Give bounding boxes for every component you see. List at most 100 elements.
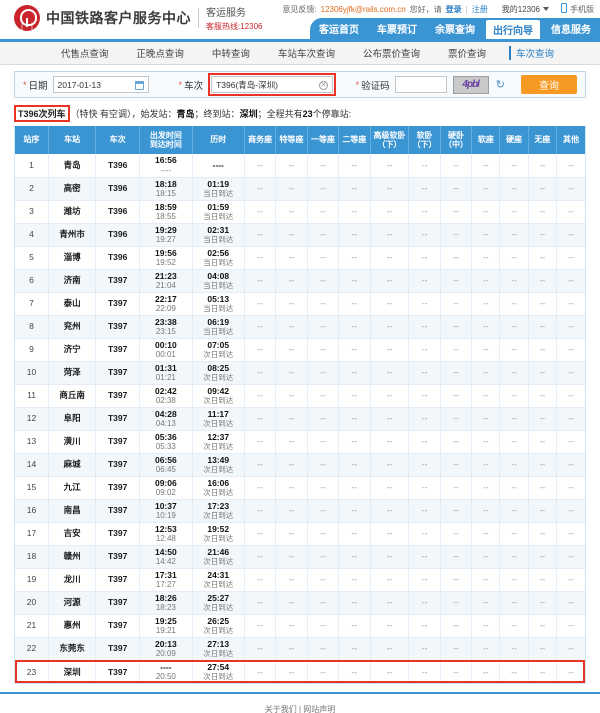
cell-soft-seat: -- — [471, 476, 501, 500]
nav-tab-info[interactable]: 信息服务 — [542, 18, 600, 39]
cell-other: -- — [556, 430, 585, 454]
subnav-station-train-query[interactable]: 车站车次查询 — [264, 46, 349, 60]
cell-duration: 13:49 次日到达 — [192, 453, 245, 477]
greeting-label: 您好，请 — [409, 4, 442, 14]
cell-duration: 11:17 次日到达 — [192, 407, 245, 431]
refresh-icon[interactable]: ↻ — [496, 78, 505, 91]
nav-tab-booking[interactable]: 车票预订 — [368, 18, 426, 39]
cell-duration: 08:25 次日到达 — [192, 361, 245, 385]
col-soft-seat: 软座 — [471, 126, 501, 154]
cell-business-seat: -- — [244, 223, 277, 247]
cell-hard-sleeper: -- — [440, 591, 473, 615]
cell-first-seat: -- — [307, 292, 340, 316]
train-input[interactable]: T396(青岛-深圳) ✕ — [211, 76, 334, 93]
cell-seq: 11 — [15, 384, 50, 408]
captcha-input[interactable] — [394, 76, 447, 93]
cell-deluxe-soft-sleeper: -- — [370, 223, 410, 247]
nav-tab-guide[interactable]: 出行向导 — [486, 20, 540, 39]
feedback-email-link[interactable]: 12306yjfk@rails.com.cn — [321, 5, 406, 14]
cell-soft-seat: -- — [471, 614, 501, 638]
cell-premium-seat: -- — [275, 430, 308, 454]
cell-train: T397 — [95, 384, 141, 408]
logo-block[interactable]: 中国铁路客户服务中心 客运服务 客服热线:12306 — [14, 4, 262, 32]
cell-first-seat: -- — [307, 568, 340, 592]
cell-time: 18:59 18:55 — [139, 200, 193, 224]
cell-station: 青州市 — [48, 223, 97, 247]
cell-other: -- — [568, 666, 574, 677]
subnav-transfer-query[interactable]: 中转查询 — [198, 46, 264, 60]
cell-duration: 12:37 次日到达 — [192, 430, 245, 454]
cell-seq: 5 — [15, 246, 50, 270]
col-business-seat: 商务座 — [244, 126, 277, 154]
cell-soft-seat: -- — [471, 660, 501, 683]
cell-duration: 16:06 次日到达 — [192, 476, 245, 500]
cell-time: 17:31 17:27 — [139, 568, 193, 592]
subnav-punctuality-query[interactable]: 正晚点查询 — [122, 46, 198, 60]
cell-time: 06:56 06:45 — [139, 453, 193, 477]
table-row: 4 青州市 T396 19:29 19:27 02:31 当日到达 -- -- -- -- -- -- -… — [15, 223, 585, 247]
calendar-icon[interactable] — [134, 80, 144, 90]
cell-time: 01:31 01:21 — [139, 361, 193, 385]
about-us-link[interactable]: 关于我们 — [265, 705, 297, 713]
cell-other: -- — [556, 292, 585, 316]
cell-hard-seat: -- — [499, 407, 529, 431]
cell-premium-seat: -- — [275, 499, 308, 523]
cell-seq: 2 — [15, 177, 50, 201]
cell-seq: 4 — [15, 223, 50, 247]
captcha-required-marker: * — [355, 79, 360, 90]
cell-premium-seat: -- — [275, 522, 308, 546]
cell-second-seat: -- — [338, 361, 371, 385]
search-section: * 日期 2017-01-13 * 车次 T396(青岛-深圳) ✕ * 验证码… — [0, 65, 600, 98]
mobile-version-link[interactable]: 手机版 — [561, 3, 594, 15]
cell-time: 19:29 19:27 — [139, 223, 193, 247]
nav-tab-tickets[interactable]: 余票查询 — [426, 18, 484, 39]
cell-first-seat: -- — [307, 361, 340, 385]
cell-hard-sleeper: -- — [440, 384, 473, 408]
cell-station: 麻城 — [48, 453, 97, 477]
cell-other: -- — [556, 223, 585, 247]
date-input[interactable]: 2017-01-13 — [52, 76, 149, 93]
nav-tab-home[interactable]: 客运首页 — [310, 18, 368, 39]
cell-time: 18:26 18:23 — [139, 591, 193, 615]
cell-seq: 16 — [15, 499, 50, 523]
table-row: 11 商丘南 T397 02:42 02:38 09:42 次日到达 -- -- -- -- -- --… — [15, 384, 585, 408]
col-gjrw-line1: 高级软卧 — [373, 130, 406, 140]
train-input-highlight-box: T396(青岛-深圳) ✕ — [208, 73, 337, 96]
subnav-train-query[interactable]: 车次查询 — [508, 46, 568, 60]
site-statement-link[interactable]: 网站声明 — [303, 705, 335, 713]
cell-business-seat: -- — [244, 545, 277, 569]
cell-time: 18:18 18:15 — [139, 177, 193, 201]
cell-premium-seat: -- — [275, 568, 308, 592]
close-icon[interactable]: ✕ — [319, 80, 329, 90]
subnav-agent-query[interactable]: 代售点查询 — [47, 46, 123, 60]
my12306-menu[interactable]: 我的12306 — [502, 4, 549, 15]
cell-business-seat: -- — [244, 269, 277, 293]
cell-hard-seat: -- — [499, 660, 529, 683]
cell-time: 21:23 21:04 — [139, 269, 193, 293]
cell-hard-sleeper: -- — [440, 246, 473, 270]
cell-first-seat: -- — [307, 614, 340, 638]
cell-standing: -- — [528, 614, 558, 638]
mobile-label: 手机版 — [570, 5, 594, 14]
login-link[interactable]: 登录 — [446, 4, 462, 15]
table-row: 18 赣州 T397 14:50 14:42 21:46 次日到达 -- -- -- -- -- -- -… — [15, 545, 585, 569]
cell-train: T397 — [95, 407, 141, 431]
captcha-image-text: 4pbl — [462, 79, 480, 90]
cell-soft-sleeper: -- — [408, 223, 441, 247]
subnav-fare-query[interactable]: 票价查询 — [434, 46, 500, 60]
subnav-published-fare[interactable]: 公布票价查询 — [349, 46, 434, 60]
cell-soft-sleeper: -- — [408, 407, 441, 431]
captcha-image[interactable]: 4pbl — [452, 75, 489, 94]
cell-soft-sleeper: -- — [408, 614, 441, 638]
col-first-seat: 一等座 — [307, 126, 340, 154]
cell-station: 潢川 — [48, 430, 97, 454]
cell-seq: 10 — [15, 361, 50, 385]
query-button[interactable]: 查询 — [520, 75, 578, 94]
register-link[interactable]: 注册 — [472, 4, 488, 15]
cell-soft-seat: -- — [471, 522, 501, 546]
cell-seq: 9 — [15, 338, 50, 362]
cell-soft-seat: -- — [471, 453, 501, 477]
captcha-label: 验证码 — [361, 80, 390, 92]
cell-second-seat: -- — [338, 637, 371, 661]
cell-standing: -- — [528, 660, 558, 683]
